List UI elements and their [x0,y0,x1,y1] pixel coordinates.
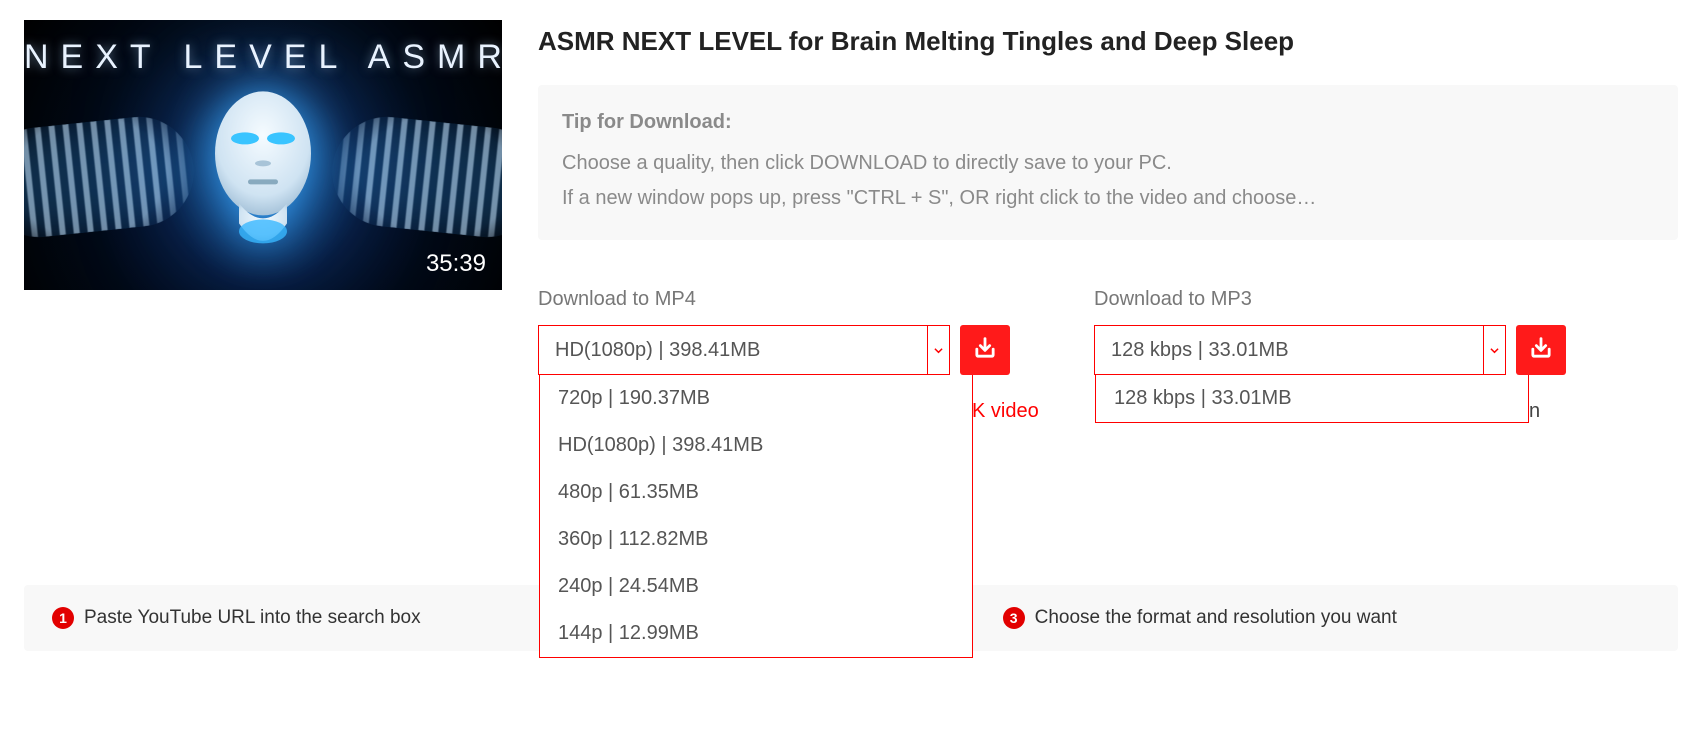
mp3-section: Download to MP3 128 kbps | 33.01MB 128 k… [1094,288,1566,375]
mp4-option[interactable]: 144p | 12.99MB [540,610,972,657]
tip-box: Tip for Download: Choose a quality, then… [538,85,1678,240]
video-title: ASMR NEXT LEVEL for Brain Melting Tingle… [538,26,1678,57]
step-1: 1 Paste YouTube URL into the search box [52,607,421,629]
mp4-download-button[interactable] [960,325,1010,375]
chevron-down-icon[interactable] [1483,326,1505,374]
mp4-option[interactable]: 240p | 24.54MB [540,563,972,610]
mp4-section: Download to MP4 HD(1080p) | 398.41MB 720… [538,288,1010,375]
mp3-peek-text: n [1529,400,1540,423]
chevron-down-icon[interactable] [927,326,949,374]
thumb-overlay-title: NEXT LEVEL ASMR [24,38,502,77]
download-icon [971,334,999,367]
mp3-dropdown: 128 kbps | 33.01MB [1095,375,1529,423]
step-badge: 3 [1003,607,1025,629]
download-icon [1527,334,1555,367]
mp4-option[interactable]: 360p | 112.82MB [540,516,972,563]
step-text: Choose the format and resolution you wan… [1035,607,1397,629]
tip-heading: Tip for Download: [562,105,1654,140]
thumb-decoration [327,111,502,242]
mp3-label: Download to MP3 [1094,288,1566,311]
mp3-quality-select[interactable]: 128 kbps | 33.01MB 128 kbps | 33.01MB [1094,325,1506,375]
step-text: Paste YouTube URL into the search box [84,607,421,629]
tip-line: Choose a quality, then click DOWNLOAD to… [562,146,1654,181]
mp4-option[interactable]: 720p | 190.37MB [540,375,972,422]
mp4-dropdown: 720p | 190.37MB HD(1080p) | 398.41MB 480… [539,375,973,658]
mp4-label: Download to MP4 [538,288,1010,311]
step-badge: 1 [52,607,74,629]
step-3: 3 Choose the format and resolution you w… [1003,607,1397,629]
mp3-selected-value: 128 kbps | 33.01MB [1095,339,1483,362]
thumb-decoration [24,111,199,242]
mp4-option[interactable]: HD(1080p) | 398.41MB [540,422,972,469]
video-duration: 35:39 [426,250,486,278]
mp4-option[interactable]: 480p | 61.35MB [540,469,972,516]
thumb-face-icon [203,84,323,269]
mp4-quality-select[interactable]: HD(1080p) | 398.41MB 720p | 190.37MB HD(… [538,325,950,375]
mp4-peek-text: K video [972,400,1062,423]
mp4-selected-value: HD(1080p) | 398.41MB [539,339,927,362]
mp3-download-button[interactable] [1516,325,1566,375]
video-thumbnail[interactable]: NEXT LEVEL ASMR 35:39 [24,20,502,290]
mp3-option[interactable]: 128 kbps | 33.01MB [1096,375,1528,422]
tip-line: If a new window pops up, press "CTRL + S… [562,181,1654,216]
